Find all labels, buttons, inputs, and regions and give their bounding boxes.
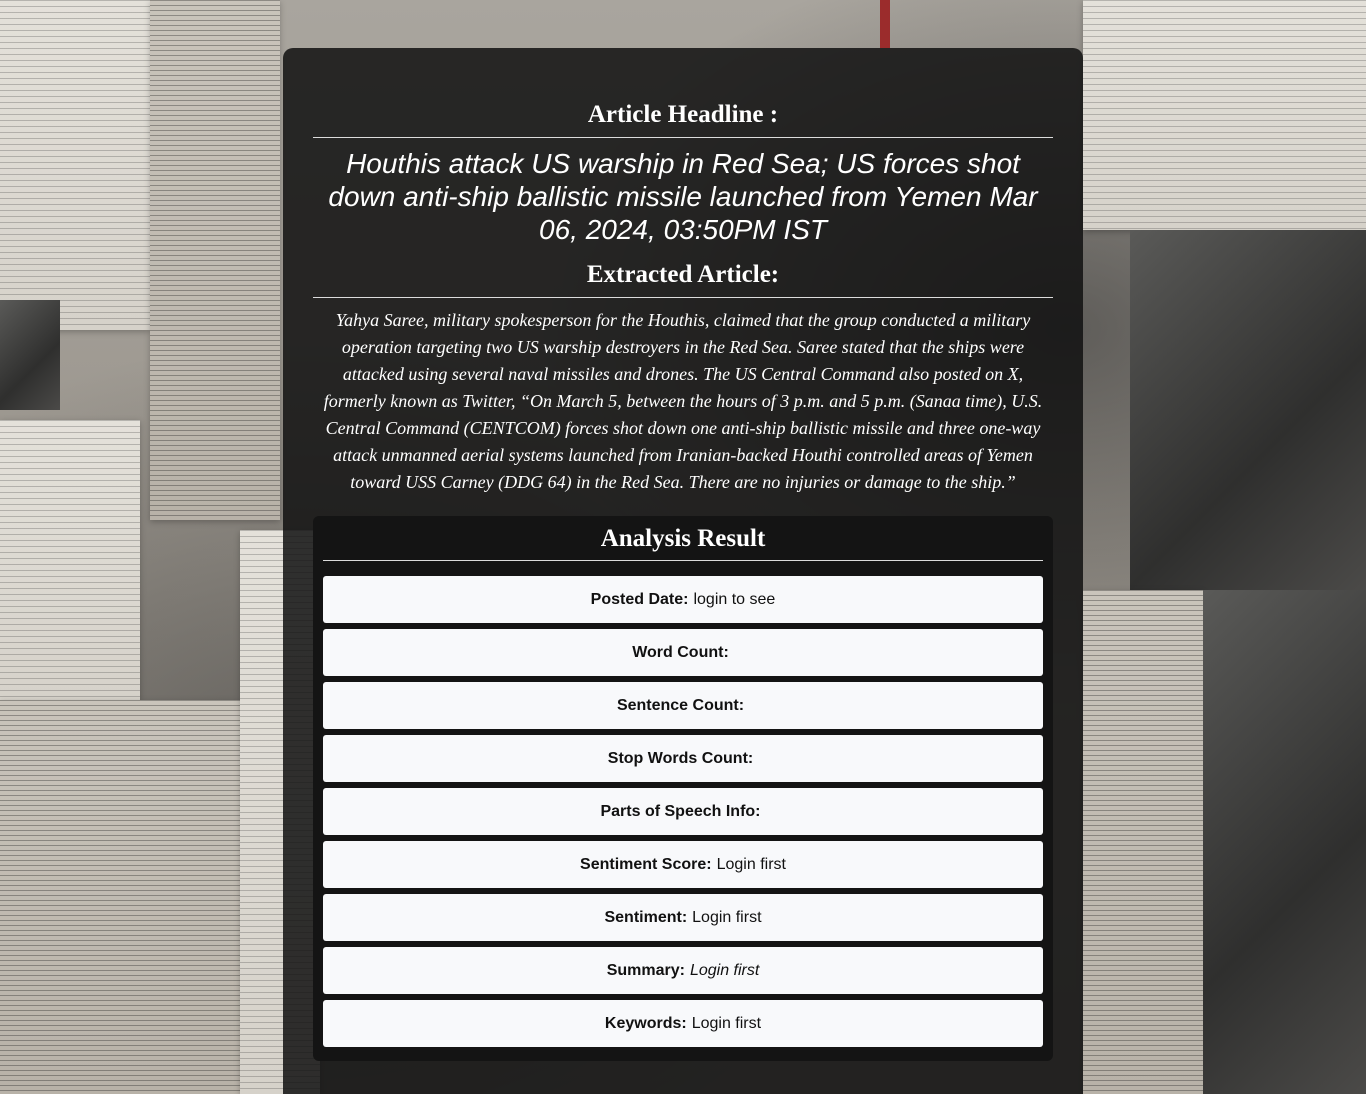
sentence-count-row: Sentence Count:: [323, 682, 1043, 729]
sentiment-score-row: Sentiment Score: Login first: [323, 841, 1043, 888]
extracted-article-heading: Extracted Article:: [586, 261, 780, 288]
summary-label: Summary:: [606, 961, 685, 979]
word-count-label: Word Count:: [632, 643, 729, 661]
posted-date-value: login to see: [693, 590, 776, 608]
analysis-heading: Analysis Result: [600, 525, 766, 552]
posted-date-row: Posted Date: login to see: [323, 576, 1043, 623]
summary-value: Login first: [689, 961, 760, 979]
parts-of-speech-label: Parts of Speech Info:: [600, 802, 761, 820]
sentiment-row: Sentiment: Login first: [323, 894, 1043, 941]
divider: [323, 560, 1043, 561]
sentiment-value: Login first: [692, 908, 762, 926]
background-newspaper: [0, 420, 140, 700]
extracted-article-text: Yahya Saree, military spokesperson for t…: [323, 310, 1043, 492]
stop-words-count-row: Stop Words Count:: [323, 735, 1043, 782]
background-newspaper: [0, 700, 240, 1094]
keywords-label: Keywords:: [604, 1014, 687, 1032]
background-photo: [1130, 230, 1366, 590]
background-red-strip: [880, 0, 890, 48]
summary-row: Summary: Login first: [323, 947, 1043, 994]
stop-words-count-label: Stop Words Count:: [607, 749, 754, 767]
article-headline: Houthis attack US warship in Red Sea; US…: [328, 148, 1038, 245]
background-photo: [1203, 590, 1366, 1094]
word-count-row: Word Count:: [323, 629, 1043, 676]
analysis-result-box: Analysis Result Posted Date: login to se…: [313, 516, 1053, 1061]
keywords-value: Login first: [691, 1014, 762, 1032]
parts-of-speech-row: Parts of Speech Info:: [323, 788, 1043, 835]
sentiment-label: Sentiment:: [604, 908, 688, 926]
sentiment-score-value: Login first: [716, 855, 786, 873]
keywords-row: Keywords: Login first: [323, 1000, 1043, 1047]
background-photo: [0, 300, 60, 410]
headline-heading: Article Headline :: [587, 101, 779, 128]
background-newspaper: [0, 0, 150, 330]
sentence-count-label: Sentence Count:: [616, 696, 745, 714]
background-newspaper: [150, 0, 280, 520]
background-newspaper: [1083, 590, 1203, 1094]
sentiment-score-label: Sentiment Score:: [580, 855, 712, 873]
divider: [313, 297, 1053, 298]
background-newspaper: [1083, 0, 1366, 230]
article-panel: Article Headline : Houthis attack US war…: [283, 48, 1083, 1094]
posted-date-label: Posted Date:: [590, 590, 689, 608]
divider: [313, 137, 1053, 138]
